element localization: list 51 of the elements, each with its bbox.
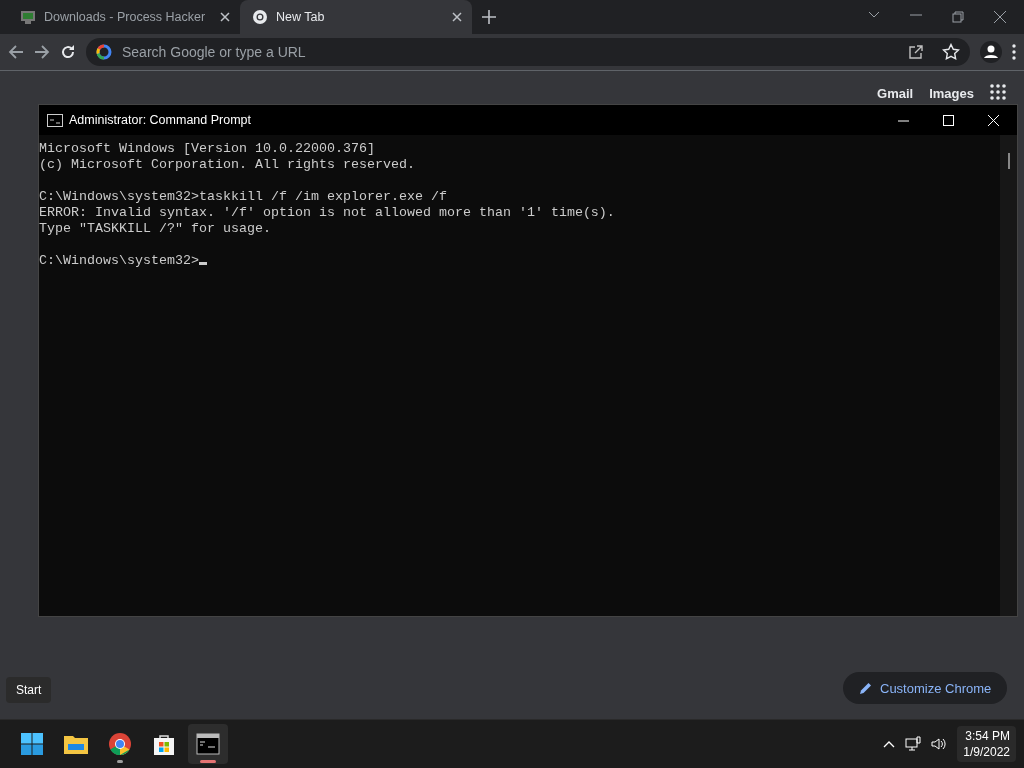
time-text: 3:54 PM [965, 728, 1010, 744]
window-title: Administrator: Command Prompt [69, 113, 252, 127]
console-line: Type "TASKKILL /?" for usage. [39, 221, 271, 236]
monitor-icon [20, 9, 36, 25]
minimize-icon[interactable] [910, 11, 922, 19]
windows-logo-icon [20, 732, 44, 756]
clock[interactable]: 3:54 PM 1/9/2022 [957, 726, 1016, 762]
address-bar[interactable]: Search Google or type a URL [86, 38, 970, 66]
chevron-up-icon[interactable] [883, 740, 896, 748]
date-text: 1/9/2022 [963, 744, 1010, 760]
top-link[interactable]: Gmail [877, 86, 914, 101]
browser-tab[interactable]: New Tab [240, 0, 472, 34]
chrome-icon [252, 9, 268, 25]
profile-avatar-icon[interactable] [980, 41, 1002, 63]
star-icon[interactable] [942, 43, 960, 61]
running-indicator [200, 760, 216, 763]
menu-icon[interactable] [1012, 44, 1016, 60]
google-logo-icon [96, 44, 112, 60]
scrollbar-thumb[interactable] [1007, 153, 1010, 169]
text-cursor [198, 262, 207, 265]
shopping-bag-icon [152, 732, 176, 756]
restore-icon[interactable] [952, 11, 964, 23]
forward-arrow-icon[interactable] [34, 44, 50, 60]
console-line: ERROR: Invalid syntax. '/f' option is not allowed more than '1' time(s). [39, 205, 615, 220]
folder-icon [63, 733, 89, 755]
console-line: Microsoft Windows [Version 10.0.22000.376] [39, 141, 375, 156]
close-icon[interactable] [220, 12, 230, 22]
back-arrow-icon[interactable] [8, 44, 24, 60]
speaker-icon[interactable] [931, 736, 948, 752]
network-icon[interactable] [905, 736, 922, 752]
chevron-down-icon[interactable] [868, 11, 880, 19]
apps-grid-icon[interactable] [990, 84, 1006, 100]
close-icon[interactable] [994, 11, 1006, 23]
share-icon[interactable] [908, 44, 924, 60]
console-line: C:\Windows\system32> [39, 253, 199, 268]
browser-tab[interactable]: Downloads - Process Hacker [8, 0, 240, 34]
running-indicator [117, 760, 123, 763]
maximize-icon[interactable] [943, 114, 954, 126]
taskbar-app[interactable] [188, 724, 228, 764]
tooltip: Start [6, 677, 52, 703]
terminal-icon [196, 733, 220, 755]
terminal-icon [47, 113, 63, 127]
reload-icon[interactable] [60, 44, 76, 60]
chrome-icon [108, 732, 132, 756]
top-link[interactable]: Images [929, 86, 974, 101]
console-line: (c) Microsoft Corporation. All rights reserved. [39, 157, 415, 172]
console-line: C:\Windows\system32>taskkill /f /im explorer.exe /f [39, 189, 447, 204]
close-icon[interactable] [452, 12, 462, 22]
pencil-icon [859, 681, 872, 695]
customize-button[interactable]: Customize Chrome [843, 672, 1008, 704]
new-tab-icon[interactable] [482, 10, 496, 24]
